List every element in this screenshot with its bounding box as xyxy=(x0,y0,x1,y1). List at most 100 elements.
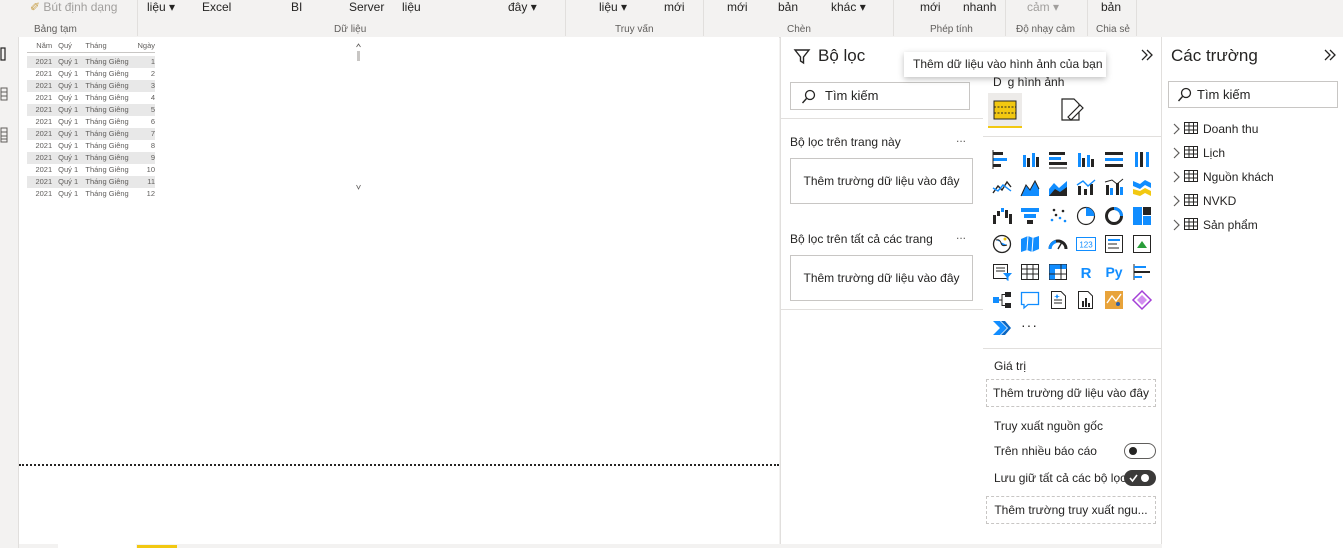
qa-icon[interactable] xyxy=(1019,289,1041,311)
field-table-item[interactable]: Lịch xyxy=(1172,144,1225,162)
map-icon[interactable] xyxy=(991,233,1013,255)
drillthrough-drop-zone[interactable]: Thêm trường truy xuất ngu... xyxy=(986,496,1156,524)
line-chart-icon[interactable] xyxy=(991,177,1013,199)
card-icon[interactable]: 123 xyxy=(1075,233,1097,255)
collapse-chevrons-icon[interactable] xyxy=(1139,48,1155,62)
python-visual-icon[interactable]: Py xyxy=(1103,261,1125,283)
column-header[interactable]: Năm xyxy=(27,40,54,52)
ribbon-item-bi[interactable]: BI xyxy=(291,0,302,14)
ribbon-chart-icon[interactable] xyxy=(1131,177,1153,199)
r-visual-icon[interactable]: R xyxy=(1075,261,1097,283)
multirow-card-icon[interactable] xyxy=(1103,233,1125,255)
100-column-icon[interactable] xyxy=(1131,149,1153,171)
report-view-icon[interactable] xyxy=(0,47,10,61)
fields-search-input[interactable]: Tìm kiếm xyxy=(1168,81,1338,108)
pie-icon[interactable] xyxy=(1075,205,1097,227)
line-clustered-icon[interactable] xyxy=(1103,177,1125,199)
table-row[interactable]: 2021 Quý 1 Tháng Giêng 8 xyxy=(27,140,155,152)
ribbon-item-new-visual[interactable]: mới xyxy=(727,0,748,14)
gauge-icon[interactable] xyxy=(1047,233,1069,255)
filled-map-icon[interactable] xyxy=(1019,233,1041,255)
ribbon-item-refresh[interactable]: mới xyxy=(664,0,685,14)
ribbon-item-transform[interactable]: liệu ▾ xyxy=(599,0,627,14)
filters-search-input[interactable]: Tìm kiếm xyxy=(790,82,970,110)
table-row[interactable]: 2021 Quý 1 Tháng Giêng 11 xyxy=(27,176,155,188)
table-row[interactable]: 2021 Quý 1 Tháng Giêng 2 xyxy=(27,68,155,80)
waterfall-icon[interactable] xyxy=(991,205,1013,227)
table-row[interactable]: 2021 Quý 1 Tháng Giêng 10 xyxy=(27,164,155,176)
build-visual-tab[interactable] xyxy=(988,93,1022,128)
clustered-column-icon[interactable] xyxy=(1075,149,1097,171)
stacked-bar-icon[interactable] xyxy=(991,149,1013,171)
line-column-icon[interactable] xyxy=(1075,177,1097,199)
keep-filters-toggle[interactable] xyxy=(1124,470,1156,486)
stacked-area-icon[interactable] xyxy=(1047,177,1069,199)
ribbon-separator xyxy=(703,0,704,36)
cross-report-toggle[interactable] xyxy=(1124,443,1156,459)
slicer-icon[interactable] xyxy=(991,261,1013,283)
ribbon-item-publish[interactable]: bản xyxy=(1101,0,1121,14)
page-tab[interactable] xyxy=(58,544,136,548)
collapse-chevrons-icon[interactable] xyxy=(1322,48,1338,62)
table-scrollbar[interactable] xyxy=(356,43,361,193)
paginated-report-icon[interactable] xyxy=(1075,289,1097,311)
field-table-item[interactable]: Doanh thu xyxy=(1172,120,1258,138)
treemap-icon[interactable] xyxy=(1131,205,1153,227)
format-visual-icon[interactable] xyxy=(1059,97,1085,123)
data-view-icon[interactable] xyxy=(0,87,10,101)
table-row[interactable]: 2021 Quý 1 Tháng Giêng 3 xyxy=(27,80,155,92)
column-header[interactable]: Ngày xyxy=(134,40,155,52)
table-row[interactable]: 2021 Quý 1 Tháng Giêng 7 xyxy=(27,128,155,140)
table-cell: Quý 1 xyxy=(58,189,79,198)
table-visual[interactable]: Năm Quý Tháng Ngày 2021 Quý 1 Tháng Giêng 1… xyxy=(27,40,155,200)
all-pages-filter-drop-zone[interactable]: Thêm trường dữ liệu vào đây xyxy=(790,255,973,301)
power-automate-icon[interactable] xyxy=(991,317,1013,339)
table-cell: Tháng Giêng xyxy=(85,141,129,150)
table-row[interactable]: 2021 Quý 1 Tháng Giêng 6 xyxy=(27,116,155,128)
table-row[interactable]: 2021 Quý 1 Tháng Giêng 9 xyxy=(27,152,155,164)
cross-report-label: Trên nhiều báo cáo xyxy=(994,444,1097,458)
clustered-bar-icon[interactable] xyxy=(1019,149,1041,171)
format-painter-button[interactable]: ✐ Bút định dạng xyxy=(30,0,117,14)
ribbon-item-sensitivity[interactable]: cảm ▾ xyxy=(1027,0,1059,14)
table-row[interactable]: 2021 Quý 1 Tháng Giêng 12 xyxy=(27,188,155,200)
ribbon-item-excel[interactable]: Excel xyxy=(202,0,231,14)
key-influencers-icon[interactable] xyxy=(1131,261,1153,283)
ribbon-item-new-measure[interactable]: mới xyxy=(920,0,941,14)
field-table-item[interactable]: Nguồn khách xyxy=(1172,168,1274,186)
stacked-column-icon[interactable] xyxy=(1047,149,1069,171)
table-row[interactable]: 2021 Quý 1 Tháng Giêng 5 xyxy=(27,104,155,116)
ribbon-item-data[interactable]: liệu ▾ xyxy=(147,0,175,14)
kpi-icon[interactable] xyxy=(1131,233,1153,255)
model-view-icon[interactable] xyxy=(0,127,10,143)
values-drop-zone[interactable]: Thêm trường dữ liệu vào đây xyxy=(986,379,1156,407)
power-apps-icon[interactable] xyxy=(1131,289,1153,311)
table-icon[interactable] xyxy=(1019,261,1041,283)
more-visuals-icon[interactable]: ··· xyxy=(1021,317,1038,333)
decomposition-tree-icon[interactable] xyxy=(991,289,1013,311)
page-filter-drop-zone[interactable]: Thêm trường dữ liệu vào đây xyxy=(790,158,973,204)
ribbon-item-more-visuals[interactable]: khác ▾ xyxy=(831,0,866,14)
column-header[interactable]: Tháng xyxy=(81,40,133,52)
drillthrough-title: Truy xuất nguồn gốc xyxy=(994,419,1103,433)
ribbon-item-quick-measure[interactable]: nhanh xyxy=(963,0,996,14)
ribbon-item-textbox[interactable]: bản xyxy=(778,0,798,14)
table-row[interactable]: 2021 Quý 1 Tháng Giêng 4 xyxy=(27,92,155,104)
more-options-icon[interactable]: ... xyxy=(956,131,966,145)
ribbon-item-server[interactable]: Server xyxy=(349,0,384,14)
ribbon-item-here[interactable]: đây ▾ xyxy=(508,0,537,14)
matrix-icon[interactable] xyxy=(1047,261,1069,283)
smart-narrative-icon[interactable] xyxy=(1047,289,1069,311)
arcgis-icon[interactable] xyxy=(1103,289,1125,311)
donut-icon[interactable] xyxy=(1103,205,1125,227)
more-options-icon[interactable]: ... xyxy=(956,228,966,242)
area-chart-icon[interactable] xyxy=(1019,177,1041,199)
ribbon-item-data-2[interactable]: liệu xyxy=(402,0,421,14)
table-row[interactable]: 2021 Quý 1 Tháng Giêng 1 xyxy=(27,56,155,68)
field-table-item[interactable]: NVKD xyxy=(1172,192,1236,210)
column-header[interactable]: Quý xyxy=(54,40,81,52)
funnel-icon[interactable] xyxy=(1019,205,1041,227)
100-bar-icon[interactable] xyxy=(1103,149,1125,171)
scatter-icon[interactable] xyxy=(1047,205,1069,227)
field-table-item[interactable]: Sản phẩm xyxy=(1172,216,1258,234)
